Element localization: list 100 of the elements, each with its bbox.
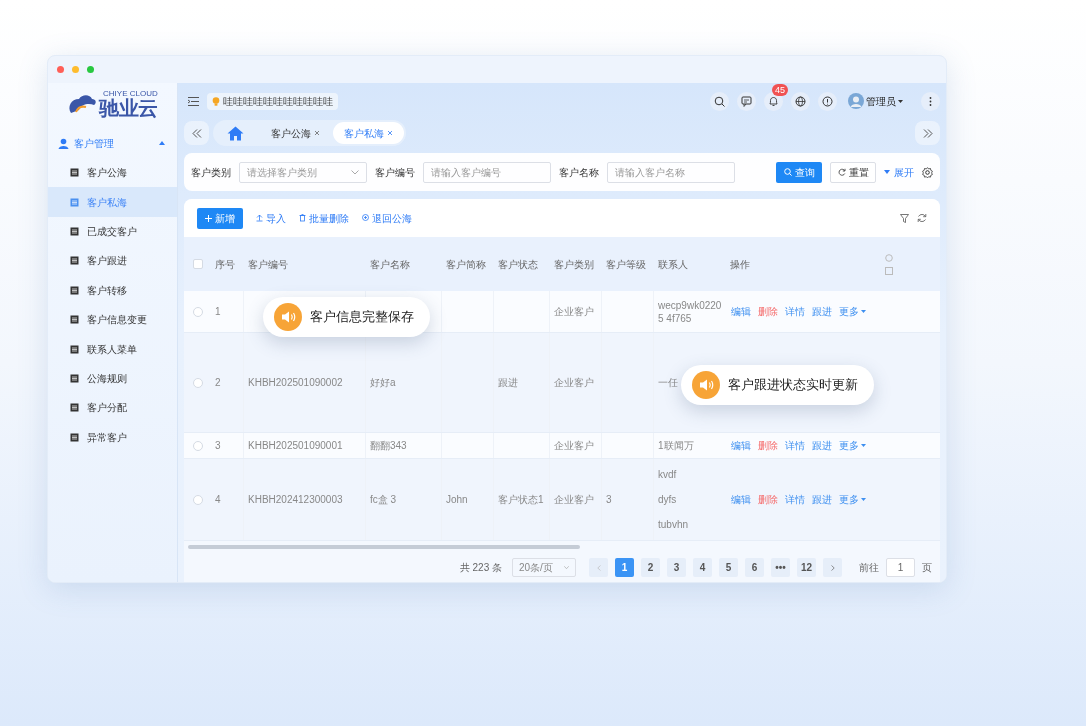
- user-menu[interactable]: 管理员: [848, 93, 903, 109]
- feature-callout: 客户信息完整保存: [263, 297, 430, 337]
- toolbar-link[interactable]: 批量删除: [299, 210, 349, 226]
- action-link[interactable]: 编辑: [731, 492, 751, 507]
- action-link[interactable]: 更多: [839, 492, 866, 507]
- plus-icon: [205, 214, 212, 222]
- chevron-down-icon: [351, 169, 359, 175]
- page-input[interactable]: 1: [886, 558, 915, 577]
- page-size-select[interactable]: 20条/页: [512, 558, 576, 577]
- column-icon[interactable]: [885, 266, 893, 275]
- menu-item[interactable]: 客户私海: [48, 187, 177, 217]
- action-link[interactable]: 跟进: [812, 492, 832, 507]
- lightbulb-icon: [212, 96, 220, 106]
- close-icon[interactable]: [387, 130, 393, 136]
- caret-icon: [884, 170, 890, 174]
- caret-icon[interactable]: [159, 141, 165, 145]
- page-unit-label: 页: [922, 561, 932, 575]
- action-link[interactable]: 详情: [785, 438, 805, 453]
- search-button[interactable]: [710, 91, 729, 111]
- checkbox[interactable]: [192, 377, 203, 388]
- next-page-button[interactable]: [823, 558, 842, 577]
- action-link[interactable]: 删除: [758, 438, 778, 453]
- language-button[interactable]: [791, 91, 810, 111]
- page-button[interactable]: •••: [771, 558, 790, 577]
- user-icon: [58, 137, 69, 149]
- page-button[interactable]: 12: [797, 558, 816, 577]
- action-link[interactable]: 跟进: [812, 304, 832, 319]
- checkbox[interactable]: [192, 306, 203, 317]
- filter-icon[interactable]: [900, 213, 909, 223]
- refresh-icon[interactable]: [917, 213, 927, 223]
- close-icon[interactable]: [314, 130, 320, 136]
- action-link[interactable]: 编辑: [731, 304, 751, 319]
- action-link[interactable]: 编辑: [731, 438, 751, 453]
- page-button[interactable]: 3: [667, 558, 686, 577]
- input-field[interactable]: 请输入客户编号: [423, 161, 551, 183]
- menu-item[interactable]: 公海规则: [48, 363, 177, 394]
- scroll-left-button[interactable]: [184, 121, 209, 145]
- upload-icon: [256, 214, 263, 222]
- tab[interactable]: 客户私海: [333, 122, 404, 144]
- page-button[interactable]: 6: [745, 558, 764, 577]
- table-cell-text: 2: [215, 376, 221, 390]
- list-icon: [70, 285, 79, 295]
- toolbar-link[interactable]: 退回公海: [362, 210, 412, 226]
- total-count: 共 223 条: [459, 561, 502, 575]
- page-button[interactable]: 1: [615, 558, 634, 577]
- info-button[interactable]: [818, 91, 837, 111]
- action-link[interactable]: 详情: [785, 304, 805, 319]
- home-icon: [227, 125, 244, 141]
- speaker-icon: [274, 303, 302, 331]
- menu-item[interactable]: 客户分配: [48, 393, 177, 423]
- settings-icon[interactable]: [922, 166, 933, 178]
- add-button[interactable]: 新增: [197, 207, 243, 229]
- cloud-logo-icon: [67, 93, 98, 115]
- action-link[interactable]: 跟进: [812, 438, 832, 453]
- table-cell-text: John: [446, 493, 468, 507]
- action-link[interactable]: 删除: [758, 492, 778, 507]
- checkbox[interactable]: [192, 440, 203, 451]
- column-header: 客户名称: [370, 257, 410, 272]
- query-button[interactable]: 查询: [776, 161, 822, 183]
- menu-item[interactable]: 客户转移: [48, 275, 177, 305]
- menu-item[interactable]: 客户公海: [48, 158, 177, 188]
- feature-callout: 客户跟进状态实时更新: [681, 365, 874, 405]
- menu-item[interactable]: 客户信息变更: [48, 304, 177, 335]
- page-button[interactable]: 5: [719, 558, 738, 577]
- column-header: 操作: [730, 257, 750, 272]
- menu-item[interactable]: 已成交客户: [48, 216, 177, 247]
- menu-item[interactable]: 联系人菜单: [48, 334, 177, 364]
- list-icon: [70, 432, 79, 442]
- column-header: 联系人: [658, 257, 688, 272]
- gear-icon[interactable]: [885, 253, 893, 262]
- horizontal-scrollbar[interactable]: [188, 545, 580, 549]
- page-button[interactable]: 4: [693, 558, 712, 577]
- search-icon: [714, 95, 725, 107]
- action-link[interactable]: 更多: [839, 438, 866, 453]
- expand-button[interactable]: 展开: [884, 164, 914, 180]
- search-icon: [783, 168, 792, 176]
- menu-item[interactable]: 客户跟进: [48, 246, 177, 276]
- menu-group[interactable]: 客户管理: [48, 128, 177, 158]
- notice-bar: 哇哇哇哇哇哇哇哇哇哇哇: [207, 92, 338, 110]
- checkbox[interactable]: [192, 259, 203, 269]
- checkbox[interactable]: [192, 494, 203, 505]
- menu-icon[interactable]: [188, 96, 199, 106]
- list-icon: [70, 315, 79, 325]
- scroll-right-button[interactable]: [915, 121, 940, 145]
- input-field[interactable]: 请输入客户名称: [607, 161, 735, 183]
- action-link[interactable]: 更多: [839, 304, 866, 319]
- notification-button[interactable]: [764, 91, 783, 111]
- category-select[interactable]: 请选择客户类别: [239, 161, 367, 183]
- tab[interactable]: 客户公海: [260, 122, 331, 144]
- more-button[interactable]: [921, 91, 940, 111]
- action-link[interactable]: 删除: [758, 304, 778, 319]
- action-link[interactable]: 详情: [785, 492, 805, 507]
- table-cell-text: kvdf: [658, 468, 678, 481]
- reset-button[interactable]: 重置: [830, 161, 876, 183]
- page-button[interactable]: 2: [641, 558, 660, 577]
- message-button[interactable]: [737, 91, 756, 111]
- chevron-down-icon: [564, 566, 569, 569]
- toolbar-link[interactable]: 导入: [256, 210, 286, 226]
- menu-group-label: 客户管理: [74, 136, 115, 151]
- menu-item[interactable]: 异常客户: [48, 422, 177, 452]
